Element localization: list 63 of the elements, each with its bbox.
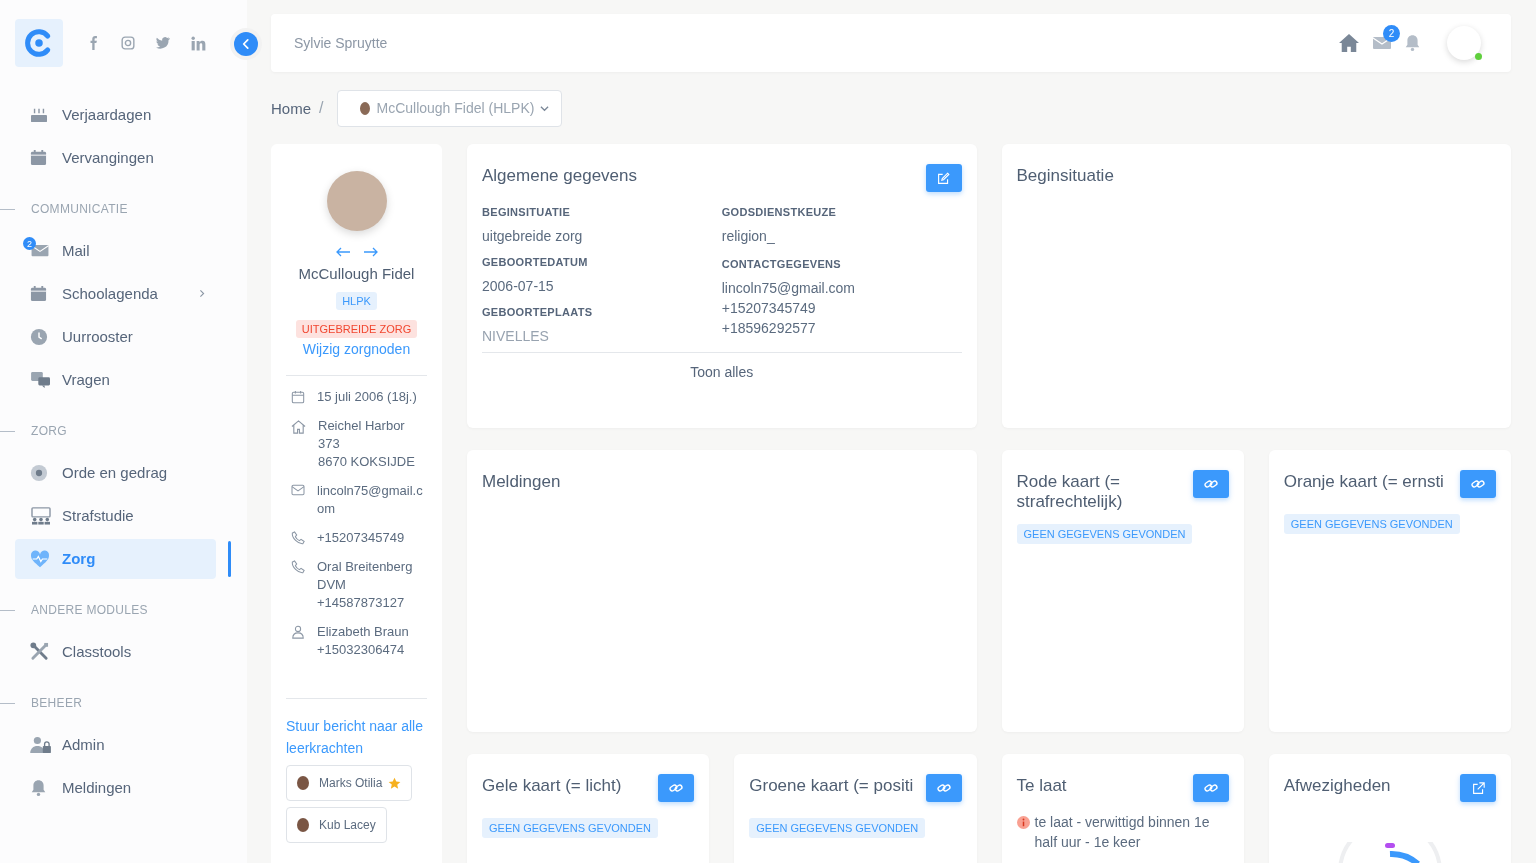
breadcrumb-separator: / [319, 99, 324, 117]
field-label: GEBOORTEDATUM [482, 256, 589, 268]
sidebar-item[interactable]: Vervangingen [15, 137, 216, 178]
detail-text: Reichel Harbor 373 [318, 417, 406, 453]
field-label: GODSDIENSTKEUZE [721, 206, 838, 218]
entry-text: te laat - verwittigd binnen 1e half uur - 1e keer [1034, 813, 1211, 852]
count-badge: 2 [23, 237, 36, 250]
detail-text: 8670 KOKSIJDE [318, 453, 416, 471]
card-title: Te laat [1016, 776, 1068, 796]
card-title: Gele kaart (= licht) [482, 776, 623, 796]
field-value: NIVELLES [482, 328, 550, 344]
field-label: BEGINSITUATIE [482, 206, 572, 218]
empty-tag: GEEN GEGEVENS GEVONDEN [1016, 524, 1193, 544]
field-value: lincoln75@gmail.com [721, 280, 857, 296]
card-title: Meldingen [482, 472, 562, 492]
empty-tag: GEEN GEGEVENS GEVONDEN [482, 818, 658, 838]
field-label: CONTACTGEGEVENS [721, 258, 842, 270]
detail-text: +15032306474 [317, 641, 406, 659]
user-name: Sylvie Spruytte [294, 35, 388, 51]
detail-text: Oral Breitenberg DVM [317, 558, 414, 594]
card-title: Rode kaart (= strafrechtelijk) [1016, 472, 1124, 512]
teacher-chip[interactable]: Kub Lacey [286, 807, 387, 843]
sidebar-item[interactable]: Vragen [15, 359, 216, 400]
detail-text: 15 juli 2006 (18j.) [317, 388, 417, 406]
student-name: McCullough Fidel [298, 265, 415, 282]
sidebar-item[interactable]: 2 Mail [15, 230, 216, 271]
care-tag: UITGEBREIDE ZORG [295, 320, 418, 338]
sidebar-item[interactable]: Admin [15, 724, 216, 765]
card-title: Groene kaart (= positi [749, 776, 915, 796]
sidebar-item[interactable]: Verjaardagen [15, 94, 216, 135]
section-heading: ANDERE MODULES [31, 603, 148, 617]
field-value: uitgebreide zorg [482, 228, 584, 244]
message-teachers-link[interactable]: Stuur bericht naar alle leerkrachten [286, 715, 427, 759]
card-title: Beginsituatie [1016, 166, 1115, 186]
field-value: +15207345749 [721, 300, 817, 316]
section-heading: ZORG [31, 424, 67, 438]
detail-text: lincoln75@gmail.com [317, 482, 424, 518]
field-label: GEBOORTEPLAATS [482, 306, 594, 318]
card-title: Algemene gegevens [482, 166, 638, 186]
breadcrumb-link[interactable]: Home [271, 99, 311, 117]
empty-tag: GEEN GEGEVENS GEVONDEN [1283, 514, 1460, 534]
field-value: 2006-07-15 [482, 278, 555, 294]
field-value: +18596292577 [721, 320, 817, 336]
count-badge: 2 [1383, 25, 1400, 42]
section-heading: COMMUNICATIE [31, 202, 128, 216]
class-tag: HLPK [336, 292, 377, 310]
card-title: Oranje kaart (= ernsti [1283, 472, 1445, 492]
detail-text: +14587873127 [317, 594, 406, 612]
show-all-link[interactable]: Toon alles [690, 364, 754, 380]
empty-tag: GEEN GEGEVENS GEVONDEN [749, 818, 926, 838]
teacher-chip[interactable]: Marks Otilia [286, 765, 413, 801]
field-value: religion_ [721, 228, 776, 244]
sidebar-item[interactable]: Uurrooster [15, 316, 216, 357]
sidebar-item[interactable]: Meldingen [15, 767, 216, 808]
sidebar-item[interactable]: Classtools [15, 631, 216, 672]
edit-care-link[interactable]: Wijzig zorgnoden [302, 341, 411, 357]
sidebar-item[interactable]: Schoolagenda [15, 273, 216, 314]
sidebar-item[interactable]: Strafstudie [15, 495, 216, 536]
card-title: Afwezigheden [1283, 776, 1392, 796]
detail-text: +15207345749 [317, 529, 405, 547]
detail-text: Elizabeth Braun [317, 623, 409, 641]
section-heading: BEHEER [31, 696, 83, 710]
sidebar-item[interactable]: Orde en gedrag [15, 452, 216, 493]
